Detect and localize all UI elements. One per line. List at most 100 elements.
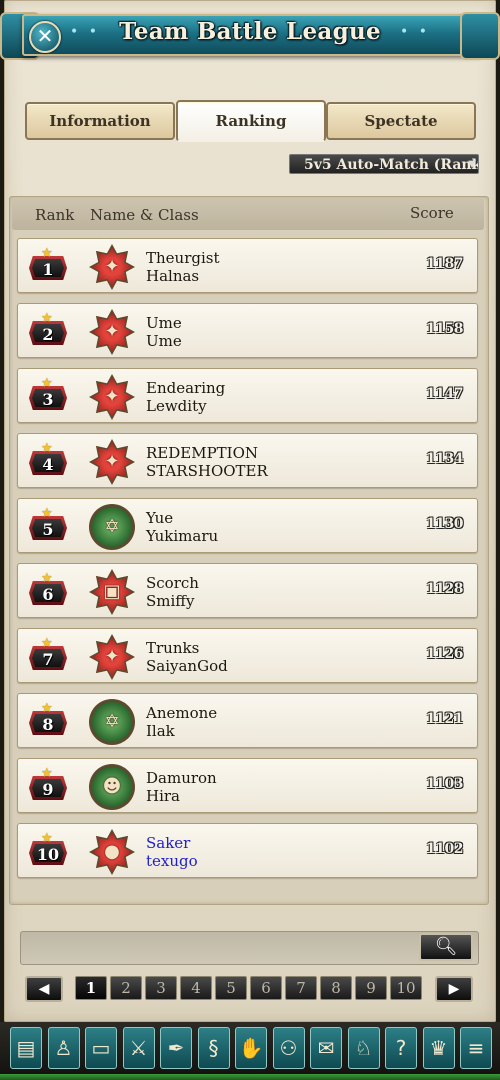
star-icon: ★ (41, 831, 53, 846)
page-9-button[interactable]: 9 (355, 976, 387, 1000)
rank-badge: ★ 8 (29, 701, 67, 737)
help-button[interactable]: ? (385, 1027, 417, 1069)
player-guild: Hira (146, 787, 180, 805)
mail-button[interactable]: ✉ (310, 1027, 342, 1069)
rank-number: 9 (42, 780, 54, 799)
table-row[interactable]: ★ 8 ✡ Anemone Ilak 1121 (17, 693, 478, 748)
page-3-button[interactable]: 3 (145, 976, 177, 1000)
tab-information[interactable]: Information (25, 102, 175, 140)
page-8-button[interactable]: 8 (320, 976, 352, 1000)
character-icon: ♙ (54, 1036, 73, 1060)
page-7-button[interactable]: 7 (285, 976, 317, 1000)
rank-badge: ★ 5 (29, 506, 67, 542)
player-guild: Ume (146, 332, 182, 350)
page-4-button[interactable]: 4 (180, 976, 212, 1000)
notes-button[interactable]: ≡ (460, 1027, 492, 1069)
red-star-icon: ✦ (89, 374, 135, 420)
player-guild: Ilak (146, 722, 175, 740)
tab-spectate[interactable]: Spectate (326, 102, 476, 140)
rank-badge: ★ 10 (29, 831, 67, 867)
player-score: 1121 (426, 711, 463, 727)
rank-number: 5 (42, 520, 54, 539)
scroll-icon: § (208, 1036, 219, 1060)
star-icon: ★ (41, 246, 53, 261)
window-title: Team Battle League (119, 18, 381, 45)
title-banner: • • • • Team Battle League (0, 8, 500, 60)
table-row[interactable]: ★ 1 ✦ Theurgist Halnas 1187 (17, 238, 478, 293)
table-row[interactable]: ★ 5 ✡ Yue Yukimaru 1130 (17, 498, 478, 553)
rank-badge: ★ 6 (29, 571, 67, 607)
page-6-button[interactable]: 6 (250, 976, 282, 1000)
character-button[interactable]: ♙ (47, 1027, 80, 1069)
rank-badge: ★ 3 (29, 376, 67, 412)
prev-page-button[interactable]: ◀ (25, 976, 63, 1002)
player-guild: texugo (146, 852, 198, 870)
star-icon: ★ (41, 571, 53, 586)
search-button[interactable]: 🔍︎ (419, 933, 473, 961)
search-input[interactable] (20, 931, 479, 965)
player-guild: Yukimaru (146, 527, 219, 545)
rank-badge: ★ 1 (29, 246, 67, 282)
crossed-swords-icon: ⚔ (129, 1036, 148, 1060)
rank-number: 2 (42, 325, 54, 344)
player-score: 1128 (426, 581, 463, 597)
page-1-button[interactable]: 1 (75, 976, 107, 1000)
star-icon: ★ (41, 311, 53, 326)
trophy-button[interactable]: ♛ (422, 1027, 455, 1069)
arrow-right-icon: ▶ (448, 981, 460, 997)
player-guild: SaiyanGod (146, 657, 228, 675)
star-icon: ★ (41, 376, 53, 391)
player-name: Anemone (146, 704, 218, 722)
quill-icon: ✒ (167, 1036, 185, 1060)
player-name: Yue (146, 509, 174, 527)
crossed-swords-button[interactable]: ⚔ (122, 1027, 155, 1069)
player-score: 1103 (426, 776, 463, 792)
player-score: 1130 (426, 516, 463, 532)
inventory-button[interactable]: ▭ (85, 1027, 117, 1069)
chest-icon: ▤ (16, 1036, 36, 1060)
red-star-icon: ✦ (89, 439, 135, 485)
inventory-icon: ▭ (91, 1036, 111, 1060)
pet-icon: ♘ (354, 1036, 373, 1060)
rank-number: 6 (42, 585, 54, 604)
table-row[interactable]: ★ 4 ✦ REDEMPTION STARSHOOTER 1134 (17, 433, 478, 488)
search-icon: 🔍︎ (434, 936, 458, 957)
player-score: 1147 (426, 386, 463, 402)
star-icon: ★ (41, 701, 53, 716)
table-row[interactable]: ★ 3 ✦ Endearing Lewdity 1147 (17, 368, 478, 423)
red-star-icon: ✦ (89, 244, 135, 290)
star-icon: ★ (41, 636, 53, 651)
rank-number: 3 (42, 390, 54, 409)
page-5-button[interactable]: 5 (215, 976, 247, 1000)
table-row[interactable]: ★ 10 ● Saker texugo 1102 (17, 823, 478, 878)
handshake-button[interactable]: ✋ (235, 1027, 267, 1069)
mail-icon: ✉ (317, 1036, 335, 1060)
match-type-dropdown[interactable]: 5v5 Auto-Match (Rank ▼ (289, 154, 479, 174)
pet-button[interactable]: ♘ (347, 1027, 380, 1069)
close-icon: ✕ (36, 24, 54, 48)
next-page-button[interactable]: ▶ (435, 976, 473, 1002)
player-score: 1158 (426, 321, 463, 337)
trophy-icon: ♛ (429, 1036, 448, 1060)
star-icon: ★ (41, 441, 53, 456)
party-button[interactable]: ⚇ (272, 1027, 305, 1069)
table-row[interactable]: ★ 9 ☻ Damuron Hira 1103 (17, 758, 478, 813)
header-name-class: Name & Class (90, 206, 199, 224)
chest-button[interactable]: ▤ (10, 1027, 42, 1069)
close-button[interactable]: ✕ (29, 21, 61, 53)
rank-number: 7 (42, 650, 54, 669)
quill-button[interactable]: ✒ (160, 1027, 192, 1069)
player-name: Endearing (146, 379, 226, 397)
player-guild: Smiffy (146, 592, 195, 610)
page-10-button[interactable]: 10 (390, 976, 422, 1000)
scroll-button[interactable]: § (197, 1027, 230, 1069)
table-row[interactable]: ★ 2 ✦ Ume Ume 1158 (17, 303, 478, 358)
tab-ranking[interactable]: Ranking (176, 100, 326, 142)
chevron-down-icon: ▼ (468, 159, 476, 170)
table-row[interactable]: ★ 6 ▣ Scorch Smiffy 1128 (17, 563, 478, 618)
table-row[interactable]: ★ 7 ✦ Trunks SaiyanGod 1126 (17, 628, 478, 683)
green-hexagram-icon: ✡ (89, 504, 135, 550)
help-icon: ? (395, 1036, 407, 1060)
page-2-button[interactable]: 2 (110, 976, 142, 1000)
rank-badge: ★ 4 (29, 441, 67, 477)
